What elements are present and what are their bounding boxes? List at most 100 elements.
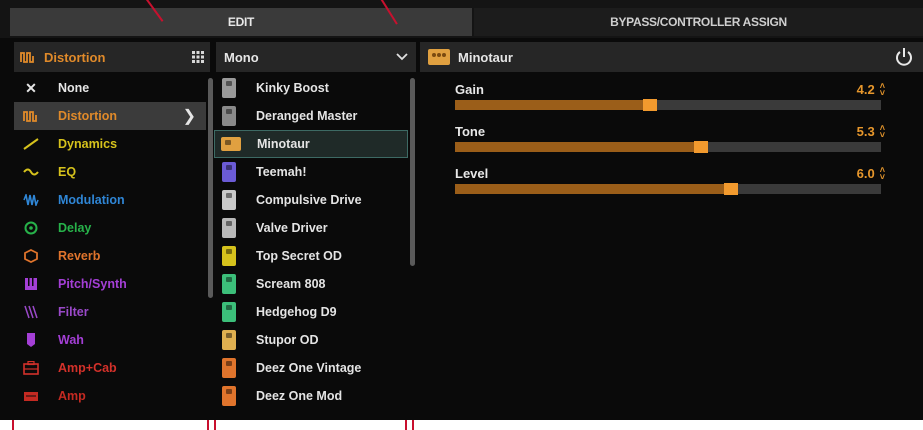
model-item[interactable]: Teemah!: [214, 158, 408, 186]
model-item[interactable]: Kinky Boost: [214, 74, 408, 102]
param-value-stepper[interactable]: 5.3 ˄ ˅: [856, 124, 885, 140]
category-item[interactable]: Reverb: [14, 242, 206, 270]
model-item[interactable]: Deez One Vintage: [214, 354, 408, 382]
pedal-icon: [222, 190, 236, 210]
category-item-label: Pitch/Synth: [58, 277, 127, 291]
param-label: Gain: [455, 82, 484, 97]
model-detail-header: Minotaur: [420, 42, 923, 72]
category-item-label: None: [58, 81, 90, 95]
chevron-right-icon: ❯: [182, 108, 196, 125]
model-scrollbar[interactable]: [410, 78, 415, 266]
model-item-label: Deez One Vintage: [256, 361, 362, 375]
model-item-label: Scream 808: [256, 277, 326, 291]
power-icon[interactable]: [893, 46, 915, 68]
model-item-label: Top Secret OD: [256, 249, 342, 263]
annotation-tick-1: [12, 420, 14, 430]
param-slider[interactable]: [455, 183, 881, 195]
minotaur-pedal-icon: [428, 49, 450, 65]
amp-cab-icon: [18, 361, 44, 375]
category-item[interactable]: Delay: [14, 214, 206, 242]
model-item[interactable]: Top Secret OD: [214, 242, 408, 270]
model-item[interactable]: Stupor OD: [214, 326, 408, 354]
slider-thumb[interactable]: [643, 99, 657, 111]
category-list: ✕ None Distortion ❯ Dynamics EQ Modulation Dela…: [14, 74, 206, 420]
model-item[interactable]: Minotaur: [214, 130, 408, 158]
category-item-label: Modulation: [58, 193, 125, 207]
param-slider[interactable]: [455, 99, 881, 111]
delay-icon: [18, 221, 44, 235]
param-value-stepper[interactable]: 6.0 ˄ ˅: [856, 166, 885, 182]
reverb-icon: [18, 249, 44, 263]
wah-icon: [18, 332, 44, 348]
model-item[interactable]: Deez One Mod: [214, 382, 408, 410]
model-list: Kinky Boost Deranged Master Minotaur Teemah…: [214, 74, 410, 420]
category-item-label: EQ: [58, 165, 77, 179]
category-item-label: Amp: [58, 389, 86, 403]
pedal-icon: [222, 78, 236, 98]
pedal-icon: [222, 302, 236, 322]
model-item-label: Compulsive Drive: [256, 193, 362, 207]
distortion-wave-icon: [20, 51, 36, 63]
category-item[interactable]: Amp: [14, 382, 206, 410]
param-slider[interactable]: [455, 141, 881, 153]
slider-fill: [455, 142, 702, 152]
amp-icon: [18, 390, 44, 402]
tab-edit[interactable]: EDIT: [10, 8, 472, 36]
grid-icon[interactable]: [192, 51, 204, 63]
model-filter-label: Mono: [224, 49, 259, 65]
param-label: Tone: [455, 124, 486, 139]
category-item[interactable]: Distortion ❯: [14, 102, 206, 130]
pedal-icon: [222, 386, 236, 406]
up-down-arrows-icon[interactable]: ˄ ˅: [880, 124, 885, 140]
annotation-tick-5: [412, 420, 414, 430]
model-item[interactable]: Compulsive Drive: [214, 186, 408, 214]
slider-thumb[interactable]: [724, 183, 738, 195]
category-item-label: Dynamics: [58, 137, 118, 151]
param-value-stepper[interactable]: 4.2 ˄ ˅: [857, 82, 885, 98]
model-item-label: Teemah!: [256, 165, 307, 179]
model-item-label: Stupor OD: [256, 333, 319, 347]
category-item[interactable]: Dynamics: [14, 130, 206, 158]
model-item-label: Deranged Master: [256, 109, 358, 123]
category-item-label: Filter: [58, 305, 89, 319]
param-value: 5.3: [856, 124, 875, 139]
pedal-icon: [222, 274, 236, 294]
category-item[interactable]: EQ: [14, 158, 206, 186]
model-item-label: Hedgehog D9: [256, 305, 337, 319]
pedal-icon: [222, 246, 236, 266]
model-item[interactable]: Scream 808: [214, 270, 408, 298]
model-item[interactable]: Hedgehog D9: [214, 298, 408, 326]
close-icon: ✕: [25, 79, 37, 96]
category-item[interactable]: Filter: [14, 298, 206, 326]
annotation-tick-2: [207, 420, 209, 430]
model-item[interactable]: Deranged Master: [214, 102, 408, 130]
model-detail-title: Minotaur: [458, 49, 513, 65]
slider-thumb[interactable]: [694, 141, 708, 153]
filter-icon: [18, 305, 44, 319]
category-item[interactable]: Pitch/Synth: [14, 270, 206, 298]
category-item[interactable]: Amp+Cab: [14, 354, 206, 382]
model-item-label: Valve Driver: [256, 221, 328, 235]
up-down-arrows-icon[interactable]: ˄ ˅: [880, 82, 885, 98]
pedal-icon: [222, 106, 236, 126]
pedal-icon: [222, 162, 236, 182]
param-value: 6.0: [856, 166, 875, 181]
model-filter-dropdown[interactable]: Mono: [216, 42, 416, 72]
param-label: Level: [455, 166, 489, 181]
tab-bypass-controller-assign[interactable]: BYPASS/CONTROLLER ASSIGN: [474, 8, 923, 36]
category-scrollbar[interactable]: [208, 78, 213, 298]
eq-icon: [18, 166, 44, 178]
up-down-arrows-icon[interactable]: ˄ ˅: [880, 166, 885, 182]
category-item[interactable]: Wah: [14, 326, 206, 354]
category-header[interactable]: Distortion: [14, 42, 210, 72]
pedal-icon: [221, 137, 241, 151]
category-item[interactable]: ✕ None: [14, 74, 206, 102]
category-item[interactable]: Modulation: [14, 186, 206, 214]
model-item-label: Kinky Boost: [256, 81, 329, 95]
model-item-label: Minotaur: [257, 137, 310, 151]
model-item[interactable]: Valve Driver: [214, 214, 408, 242]
category-item-label: Distortion: [58, 109, 118, 123]
pedal-icon: [222, 358, 236, 378]
model-editor-panel: EDIT BYPASS/CONTROLLER ASSIGN Distortion…: [0, 0, 923, 420]
model-item-label: Deez One Mod: [256, 389, 343, 403]
